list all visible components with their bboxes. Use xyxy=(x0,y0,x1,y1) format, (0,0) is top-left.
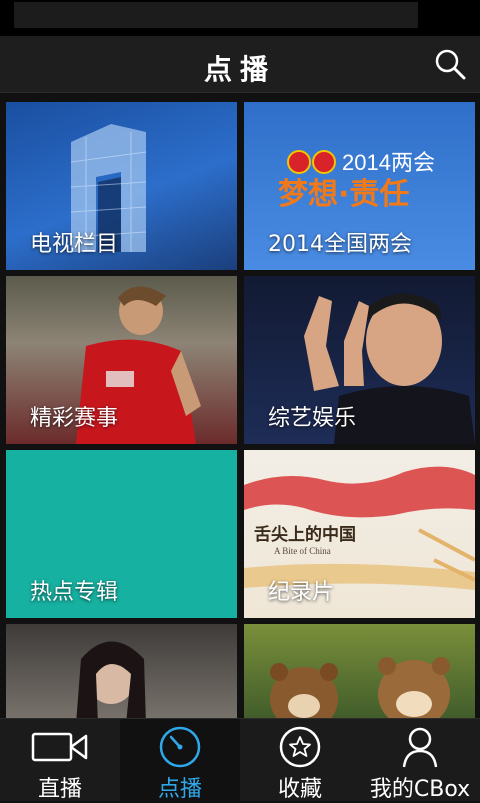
tile-label: 2014全国两会 xyxy=(268,232,412,257)
status-bar-area xyxy=(14,2,418,28)
tab-label: 直播 xyxy=(37,777,82,802)
documentary-subtitle-text: A Bite of China xyxy=(274,546,331,556)
status-bar xyxy=(0,0,480,36)
drama-image xyxy=(76,641,146,718)
tile-documentary[interactable]: 舌尖上的中国 A Bite of China 纪录片 xyxy=(244,450,475,618)
tab-on-demand[interactable]: 点播 xyxy=(120,719,240,802)
tab-favorites[interactable]: 收藏 xyxy=(240,719,360,802)
tab-my-cbox[interactable]: 我的CBox xyxy=(360,719,480,802)
tile-label: 纪录片 xyxy=(268,580,335,605)
dial-icon xyxy=(159,726,201,768)
tile-variety[interactable]: 综艺娱乐 xyxy=(244,276,475,444)
documentary-title-text: 舌尖上的中国 xyxy=(254,524,356,545)
tile-tv-programs[interactable]: 电视栏目 xyxy=(6,102,237,270)
two-sessions-slogan-text: 梦想·责任 xyxy=(278,177,409,212)
cartoon-bears-image xyxy=(270,657,450,718)
tile-sports[interactable]: 精彩赛事 xyxy=(6,276,237,444)
person-icon xyxy=(402,727,438,768)
star-icon xyxy=(279,726,321,768)
page-title: 点播 xyxy=(203,53,276,86)
search-button[interactable] xyxy=(432,46,468,82)
tile-hot-topics[interactable]: 热点专辑 xyxy=(6,450,237,618)
tile-label: 电视栏目 xyxy=(30,232,119,257)
tile-animation[interactable] xyxy=(244,624,475,718)
tab-label: 收藏 xyxy=(277,777,322,802)
tab-label: 我的CBox xyxy=(369,777,471,802)
tab-label: 点播 xyxy=(157,777,202,802)
bottom-tab-bar: 直播 点播 收藏 我的CBox xyxy=(0,718,480,802)
tile-label: 综艺娱乐 xyxy=(268,406,357,431)
search-icon xyxy=(435,49,466,80)
tile-label: 热点专辑 xyxy=(30,580,119,605)
title-bar: 点播 xyxy=(0,36,480,93)
tile-drama[interactable] xyxy=(6,624,237,718)
two-sessions-year-text: 2014两会 xyxy=(342,150,435,175)
tile-two-sessions[interactable]: 2014两会 梦想·责任 2014全国两会 xyxy=(244,102,475,270)
category-grid: 电视栏目 2014两会 梦想·责任 2014全国两会 精彩赛事 综艺娱乐 热点专… xyxy=(0,96,480,718)
video-camera-icon xyxy=(31,732,88,762)
tile-label: 精彩赛事 xyxy=(30,406,119,431)
tab-live[interactable]: 直播 xyxy=(0,719,120,802)
